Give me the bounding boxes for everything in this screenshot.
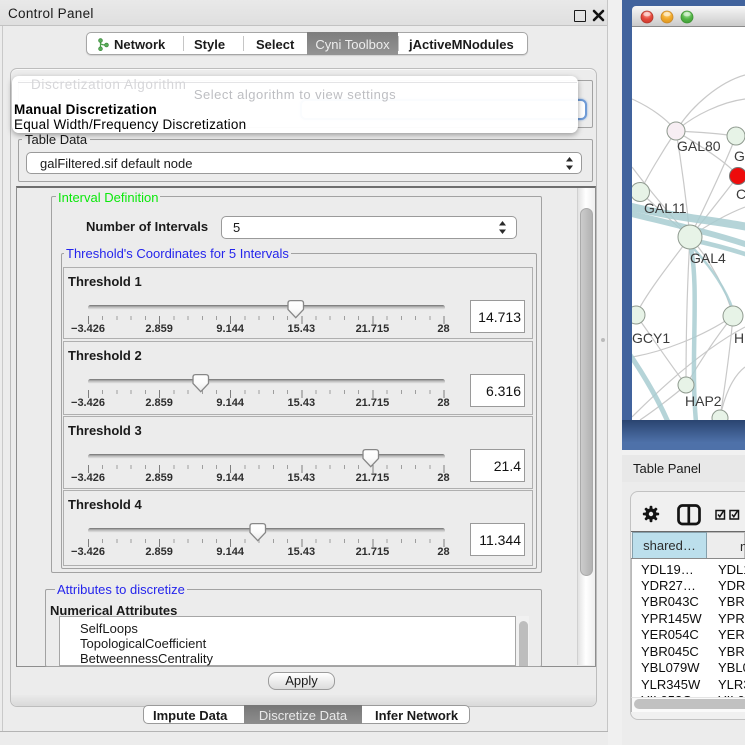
svg-text:GCY1: GCY1 bbox=[632, 330, 670, 346]
svg-text:GAL4: GAL4 bbox=[690, 250, 726, 266]
svg-text:H: H bbox=[734, 330, 744, 346]
svg-text:HAP2: HAP2 bbox=[685, 393, 722, 409]
svg-text:C: C bbox=[736, 186, 745, 202]
svg-text:GAL80: GAL80 bbox=[677, 138, 721, 154]
svg-text:GA: GA bbox=[734, 148, 745, 164]
svg-text:GAL11: GAL11 bbox=[644, 200, 687, 216]
